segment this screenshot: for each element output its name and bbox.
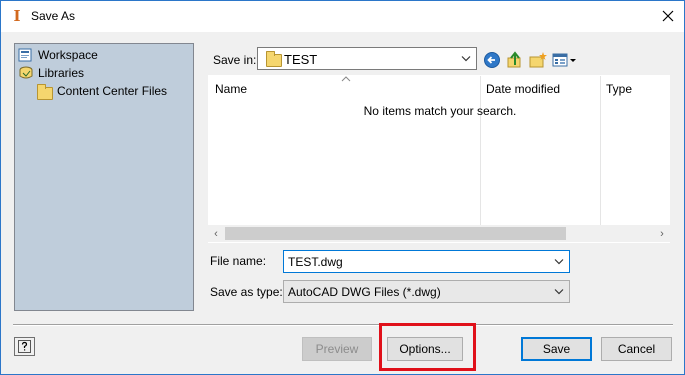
workspace-icon xyxy=(18,48,34,62)
folder-icon xyxy=(266,51,282,67)
column-divider xyxy=(480,76,481,226)
view-menu-icon xyxy=(552,53,576,67)
up-folder-button[interactable] xyxy=(506,51,524,69)
window-title: Save As xyxy=(31,9,76,23)
title-bar: I Save As xyxy=(1,1,684,32)
up-folder-icon xyxy=(507,51,521,68)
column-header-date-modified[interactable]: Date modified xyxy=(486,82,560,96)
place-workspace[interactable]: Workspace xyxy=(18,46,98,63)
folder-icon xyxy=(37,83,53,100)
separator-highlight xyxy=(13,325,673,326)
horizontal-scrollbar[interactable]: ‹ › xyxy=(208,225,670,242)
app-icon: I xyxy=(13,7,21,25)
save-in-dropdown[interactable]: TEST xyxy=(257,47,477,70)
empty-message: No items match your search. xyxy=(363,104,517,118)
libraries-icon xyxy=(18,66,34,80)
chevron-down-icon[interactable] xyxy=(554,258,564,265)
scrollbar-thumb[interactable] xyxy=(225,227,566,240)
help-button[interactable] xyxy=(14,337,35,356)
file-name-value: TEST.dwg xyxy=(288,255,343,269)
close-button[interactable] xyxy=(656,4,680,28)
help-icon xyxy=(18,340,31,353)
column-divider xyxy=(600,76,601,226)
column-header-type[interactable]: Type xyxy=(606,82,632,96)
save-as-type-dropdown[interactable]: AutoCAD DWG Files (*.dwg) xyxy=(283,280,570,303)
preview-button[interactable]: Preview xyxy=(302,337,372,361)
place-libraries[interactable]: Libraries xyxy=(18,64,84,81)
sort-ascending-icon xyxy=(341,76,351,82)
save-in-label: Save in: xyxy=(213,53,257,67)
scroll-left-icon[interactable]: ‹ xyxy=(210,227,222,240)
save-in-value: TEST xyxy=(284,52,318,67)
back-arrow-icon xyxy=(484,52,500,68)
views-menu-button[interactable] xyxy=(552,51,578,69)
place-content-center-files[interactable]: Content Center Files xyxy=(37,82,168,100)
column-header-name[interactable]: Name xyxy=(215,82,247,96)
file-name-label: File name: xyxy=(210,254,267,268)
new-folder-button[interactable] xyxy=(529,51,547,69)
file-list[interactable]: Name Date modified Type No items match y… xyxy=(208,75,670,243)
place-label: Workspace xyxy=(38,47,98,62)
file-name-input[interactable]: TEST.dwg xyxy=(283,250,570,273)
place-label: Libraries xyxy=(38,65,85,80)
new-folder-icon xyxy=(529,52,547,68)
cancel-button[interactable]: Cancel xyxy=(601,337,672,361)
save-as-type-value: AutoCAD DWG Files (*.dwg) xyxy=(288,285,441,299)
place-label: Content Center Files xyxy=(57,83,168,98)
back-button[interactable] xyxy=(483,51,501,69)
save-as-type-label: Save as type: xyxy=(210,285,283,299)
close-icon xyxy=(662,10,674,22)
places-panel: Workspace Libraries Content Center Files xyxy=(14,43,194,311)
save-button[interactable]: Save xyxy=(521,337,592,361)
chevron-down-icon xyxy=(554,288,564,294)
highlight-box xyxy=(379,323,476,371)
chevron-down-icon xyxy=(461,55,471,61)
save-as-dialog: I Save As Workspace Libraries Content Ce… xyxy=(0,0,685,375)
scroll-right-icon[interactable]: › xyxy=(656,227,668,240)
